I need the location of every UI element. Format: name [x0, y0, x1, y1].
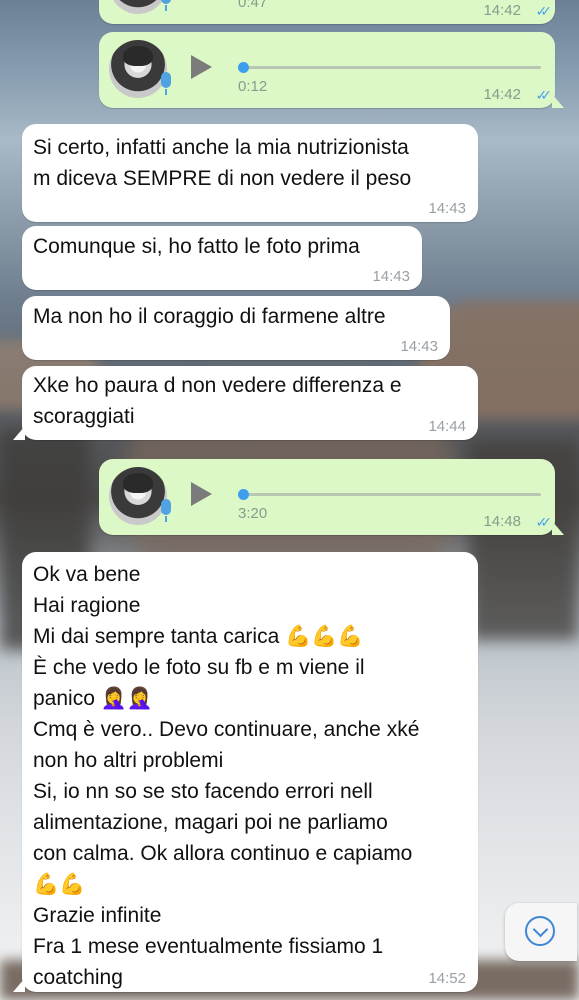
- voice-message: 0:12 14:42 ✓✓: [99, 32, 564, 108]
- voice-message: 3:20 14:48 ✓✓: [99, 459, 564, 535]
- message-time: 14:44: [428, 418, 466, 435]
- chevron-down-icon: [525, 916, 555, 946]
- double-check-icon: ✓✓: [535, 87, 553, 103]
- message-time: 14:43: [428, 200, 466, 217]
- incoming-message: Ma non ho il coraggio di farmene altre 1…: [22, 296, 450, 360]
- incoming-message: Xke ho paura d non vedere differenza e s…: [13, 366, 478, 440]
- message-time: 14:48: [483, 513, 521, 530]
- message-text: Comunque si, ho fatto le foto prima: [33, 235, 360, 258]
- message-text: Ok va bene Hai ragione Mi dai sempre tan…: [33, 563, 420, 989]
- incoming-message: Ok va bene Hai ragione Mi dai sempre tan…: [13, 552, 478, 992]
- voice-duration: 0:12: [238, 78, 268, 95]
- message-time: 14:52: [428, 970, 466, 987]
- play-icon[interactable]: [191, 55, 212, 79]
- message-time: 14:43: [400, 338, 438, 355]
- voice-duration: 0:47: [238, 0, 268, 11]
- message-text: Ma non ho il coraggio di farmene altre: [33, 305, 386, 328]
- double-check-icon: ✓✓: [535, 3, 553, 19]
- microphone-icon: [161, 0, 171, 11]
- voice-progress-track[interactable]: [238, 62, 541, 73]
- message-time: 14:42: [483, 2, 521, 19]
- double-check-icon: ✓✓: [535, 514, 553, 530]
- microphone-icon: [161, 499, 171, 522]
- voice-duration: 3:20: [238, 505, 268, 522]
- incoming-message: Comunque si, ho fatto le foto prima 14:4…: [22, 226, 422, 290]
- avatar: [109, 0, 167, 14]
- message-time: 14:42: [483, 86, 521, 103]
- message-time: 14:43: [372, 268, 410, 285]
- avatar: [109, 467, 167, 525]
- message-text: Xke ho paura d non vedere differenza e s…: [33, 374, 402, 428]
- incoming-message: Si certo, infatti anche la mia nutrizion…: [22, 124, 478, 222]
- avatar: [109, 40, 167, 98]
- message-text: Si certo, infatti anche la mia nutrizion…: [33, 136, 412, 190]
- scroll-down-button[interactable]: [505, 903, 577, 961]
- microphone-icon: [161, 72, 171, 95]
- voice-progress-track[interactable]: [238, 489, 541, 500]
- voice-message: 0:47 14:42 ✓✓: [99, 0, 555, 24]
- play-icon[interactable]: [191, 482, 212, 506]
